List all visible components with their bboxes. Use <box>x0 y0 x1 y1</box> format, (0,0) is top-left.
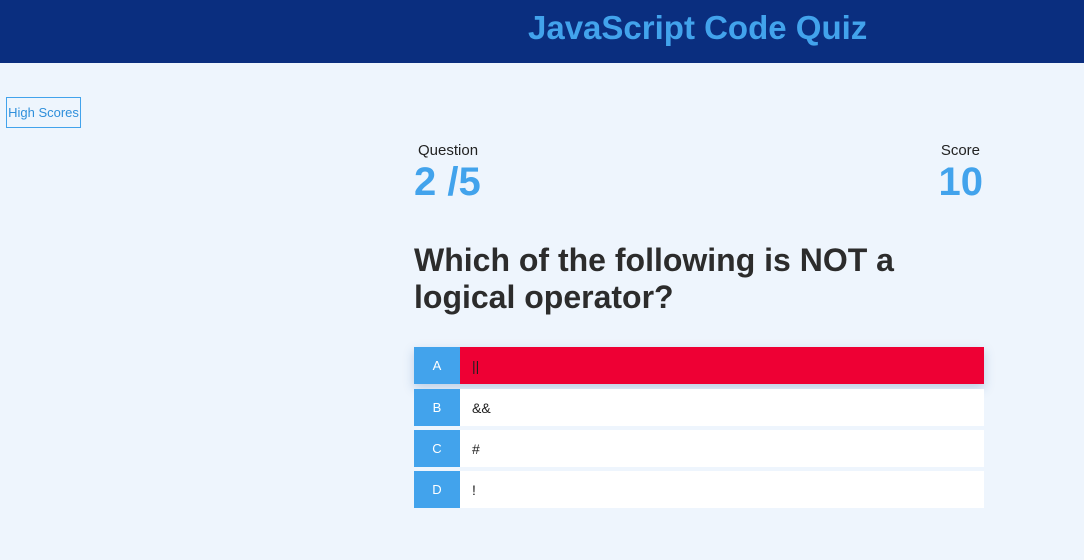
choice-a[interactable]: A || <box>414 347 984 384</box>
high-scores-button[interactable]: High Scores <box>6 97 81 128</box>
score-label: Score <box>940 142 980 159</box>
choice-d[interactable]: D ! <box>414 471 984 508</box>
choice-prefix: A <box>414 347 460 384</box>
app-header: JavaScript Code Quiz <box>0 0 1084 63</box>
choice-text: && <box>472 399 491 416</box>
choice-text: # <box>472 440 480 457</box>
choice-text: ! <box>472 481 476 498</box>
question-counter: 2 /5 <box>414 160 481 204</box>
question-counter-label: Question <box>418 142 479 159</box>
choice-prefix: C <box>414 430 460 467</box>
choice-prefix: B <box>414 389 460 426</box>
choice-text: || <box>472 357 480 374</box>
choice-prefix: D <box>414 471 460 508</box>
app-title: JavaScript Code Quiz <box>528 9 868 46</box>
choice-c[interactable]: C # <box>414 430 984 467</box>
choice-b[interactable]: B && <box>414 389 984 426</box>
question-text: Which of the following is NOT a logical … <box>414 242 894 315</box>
score-value: 10 <box>938 160 984 204</box>
